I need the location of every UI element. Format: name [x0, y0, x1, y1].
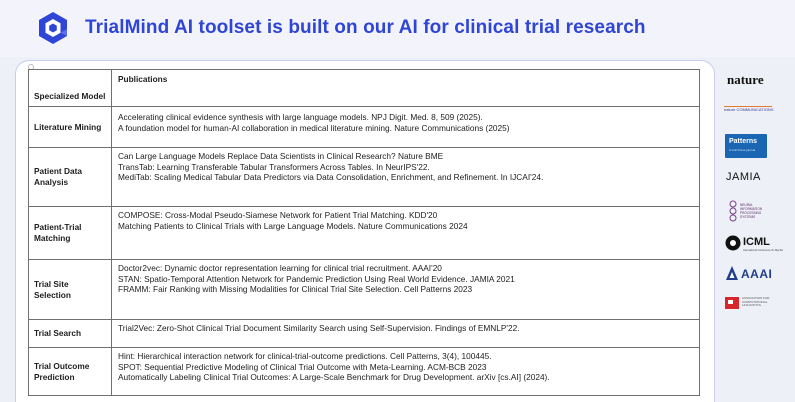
- trialmind-logo-icon: [39, 12, 67, 44]
- publication-entry: A foundation model for human-AI collabor…: [118, 122, 510, 133]
- table-row: Patient Data Analysis Can Large Language…: [28, 147, 700, 207]
- model-cell: Trial Outcome Prediction: [28, 347, 112, 396]
- table-row: Trial Site Selection Doctor2vec: Dynamic…: [28, 259, 700, 320]
- model-cell: Patient Data Analysis: [28, 147, 112, 207]
- publication-entry: COMPOSE: Cross-Modal Pseudo-Siamese Netw…: [118, 210, 438, 220]
- publication-entry: Hint: Hierarchical interaction network f…: [118, 351, 492, 361]
- neurips-logo-text: NEURAL INFORMATION PROCESSING SYSTEMS: [740, 203, 763, 219]
- publication-entry: SPOT: Sequential Predictive Modeling of …: [118, 361, 487, 372]
- publications-cell: Hint: Hierarchical interaction network f…: [111, 347, 700, 396]
- neurips-icon: [729, 200, 737, 222]
- model-cell: Patient-Trial Matching: [28, 206, 112, 260]
- publication-entry: STAN: Spatio-Temporal Attention Network …: [118, 273, 515, 284]
- patterns-logo-text: Patterns: [729, 138, 758, 145]
- venue-logo-sidebar: nature nature COMMUNICATIONS Patterns A …: [718, 60, 795, 402]
- table-row: Literature Mining Accelerating clinical …: [28, 106, 700, 148]
- publication-entry: Accelerating clinical evidence synthesis…: [118, 112, 483, 122]
- publication-entry: Can Large Language Models Replace Data S…: [118, 151, 444, 161]
- icml-logo-subtext: International Conference On Machine Lear…: [743, 249, 783, 252]
- publications-cell: Can Large Language Models Replace Data S…: [111, 147, 700, 207]
- publications-cell: COMPOSE: Cross-Modal Pseudo-Siamese Netw…: [111, 206, 700, 260]
- publication-entry: TransTab: Learning Transferable Tabular …: [118, 161, 430, 172]
- column-header-publications: Publications: [111, 69, 700, 107]
- publications-cell: Doctor2vec: Dynamic doctor representatio…: [111, 259, 700, 320]
- acl-logo-text: ASSOCIATION FOR COMPUTATIONAL LINGUISTIC…: [742, 296, 770, 308]
- jamia-logo: JAMIA: [726, 171, 761, 183]
- aaai-logo-text: AAAI: [741, 267, 773, 281]
- acl-icon: [725, 297, 739, 309]
- publications-table: Specialized Model Publications Literatur…: [28, 69, 700, 396]
- patterns-logo: Patterns A Cell Press journal: [725, 134, 767, 158]
- column-header-model: Specialized Model: [28, 69, 112, 107]
- model-cell: Trial Search: [28, 319, 112, 348]
- nature-logo: nature: [727, 72, 764, 87]
- publications-cell: Trial2Vec: Zero-Shot Clinical Trial Docu…: [111, 319, 700, 348]
- patterns-logo-subtext: A Cell Press journal: [729, 148, 756, 152]
- nature-communications-accent: [724, 106, 772, 107]
- publication-entry: Matching Patients to Clinical Trials wit…: [118, 220, 468, 231]
- publication-entry: Doctor2vec: Dynamic doctor representatio…: [118, 263, 442, 273]
- icml-logo-text: ICML: [743, 236, 770, 248]
- publication-entry: MediTab: Scaling Medical Tabular Data Pr…: [118, 172, 544, 183]
- table-row: Trial Outcome Prediction Hint: Hierarchi…: [28, 347, 700, 396]
- model-cell: Literature Mining: [28, 106, 112, 148]
- publication-entry: Trial2Vec: Zero-Shot Clinical Trial Docu…: [118, 323, 520, 333]
- aaai-icon: [726, 266, 738, 280]
- page-title: TrialMind AI toolset is built on our AI …: [85, 17, 646, 38]
- icml-icon: [725, 235, 741, 251]
- model-cell: Trial Site Selection: [28, 259, 112, 320]
- publication-entry: FRAMM: Fair Ranking with Missing Modalit…: [118, 284, 473, 295]
- nature-communications-logo: nature COMMUNICATIONS: [724, 107, 774, 112]
- table-row: Trial Search Trial2Vec: Zero-Shot Clinic…: [28, 319, 700, 348]
- publication-entry: Automatically Labeling Clinical Trial Ou…: [118, 372, 550, 383]
- table-row: Patient-Trial Matching COMPOSE: Cross-Mo…: [28, 206, 700, 260]
- header-bar: TrialMind AI toolset is built on our AI …: [0, 0, 795, 57]
- publications-cell: Accelerating clinical evidence synthesis…: [111, 106, 700, 148]
- table-header-row: Specialized Model Publications: [28, 69, 700, 107]
